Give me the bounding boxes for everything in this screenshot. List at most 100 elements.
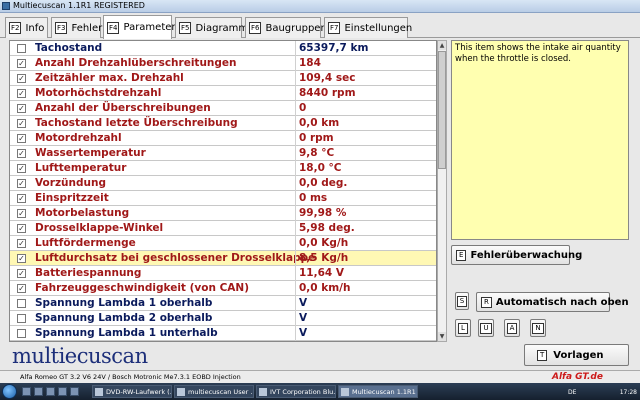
- tab-label: Einstellungen: [344, 22, 413, 34]
- table-row-selected[interactable]: ✓ Luftdurchsatz bei geschlossener Drossel…: [10, 251, 436, 266]
- table-row[interactable]: Spannung Lambda 1 oberhalb V: [10, 296, 436, 311]
- row-checkbox[interactable]: [17, 314, 26, 323]
- taskbar-item-active[interactable]: Multiecuscan 1.1R1 ...: [338, 385, 418, 398]
- row-checkbox[interactable]: ✓: [17, 179, 26, 188]
- table-row[interactable]: Spannung Lambda 2 oberhalb V: [10, 311, 436, 326]
- row-checkbox[interactable]: ✓: [17, 104, 26, 113]
- row-checkbox[interactable]: ✓: [17, 164, 26, 173]
- parameter-name: Spannung Lambda 1 unterhalb: [35, 327, 218, 339]
- row-checkbox[interactable]: ✓: [17, 134, 26, 143]
- tab-info[interactable]: F2 Info: [5, 17, 48, 38]
- tab-key-f4: F4: [107, 21, 120, 34]
- row-checkbox[interactable]: ✓: [17, 224, 26, 233]
- parameter-value: 8,5 Kg/h: [299, 252, 349, 264]
- u-button[interactable]: U: [478, 319, 494, 337]
- row-checkbox[interactable]: ✓: [17, 239, 26, 248]
- table-row[interactable]: ✓ Fahrzeuggeschwindigkeit (von CAN) 0,0 km…: [10, 281, 436, 296]
- table-row[interactable]: ✓ Anzahl Drehzahlüberschreitungen 184: [10, 56, 436, 71]
- scroll-up-icon[interactable]: ▲: [438, 41, 446, 50]
- column-divider: [295, 56, 296, 71]
- n-button[interactable]: N: [530, 319, 546, 337]
- parameter-name: Motordrehzahl: [35, 132, 122, 144]
- parameter-table: Tachostand 65397,7 km ✓ Anzahl Drehzahlüber…: [9, 40, 437, 342]
- tab-einstellungen[interactable]: F7 Einstellungen: [324, 17, 412, 38]
- row-checkbox[interactable]: ✓: [17, 149, 26, 158]
- parameter-value: 9,8 °C: [299, 147, 335, 159]
- sort-s-button[interactable]: S: [455, 292, 469, 310]
- table-row[interactable]: Tachostand 65397,7 km: [10, 41, 436, 56]
- task-label: DVD-RW-Laufwerk (...: [106, 387, 171, 396]
- quicklaunch-icon[interactable]: [34, 387, 43, 396]
- fault-monitor-button[interactable]: E Fehlerüberwachung: [451, 245, 582, 265]
- tab-fehler[interactable]: F3 Fehler: [51, 17, 103, 38]
- parameter-value: 0 rpm: [299, 132, 334, 144]
- table-row[interactable]: ✓ Motorbelastung 99,98 %: [10, 206, 436, 221]
- system-tray: Alfa GT.de DE 17:28: [552, 372, 640, 400]
- row-checkbox[interactable]: ✓: [17, 284, 26, 293]
- button-key: S: [456, 295, 468, 307]
- column-divider: [295, 116, 296, 131]
- table-row[interactable]: ✓ Batteriespannung 11,64 V: [10, 266, 436, 281]
- quicklaunch-icon[interactable]: [22, 387, 31, 396]
- table-row[interactable]: ✓ Motordrehzahl 0 rpm: [10, 131, 436, 146]
- row-checkbox[interactable]: ✓: [17, 59, 26, 68]
- table-row[interactable]: ✓ Wassertemperatur 9,8 °C: [10, 146, 436, 161]
- quicklaunch-icon[interactable]: [70, 387, 79, 396]
- table-row[interactable]: ✓ Lufttemperatur 18,0 °C: [10, 161, 436, 176]
- row-checkbox[interactable]: ✓: [17, 119, 26, 128]
- tab-baugruppen[interactable]: F6 Baugruppen: [245, 17, 327, 38]
- a-button[interactable]: A: [504, 319, 520, 337]
- row-checkbox[interactable]: [17, 44, 26, 53]
- table-row[interactable]: ✓ Einspritzzeit 0 ms: [10, 191, 436, 206]
- language-indicator[interactable]: DE: [568, 389, 576, 396]
- table-row[interactable]: ✓ Zeitzähler max. Drehzahl 109,4 sec: [10, 71, 436, 86]
- tab-label: Fehler: [71, 22, 103, 34]
- presets-button[interactable]: T Vorlagen: [524, 344, 629, 366]
- window-title: Multiecuscan 1.1R1 REGISTERED: [13, 1, 145, 10]
- parameter-name: Vorzündung: [35, 177, 106, 189]
- quicklaunch-icon[interactable]: [46, 387, 55, 396]
- clock[interactable]: 17:28: [620, 389, 637, 396]
- parameter-value: 65397,7 km: [299, 42, 369, 54]
- start-button-icon[interactable]: [2, 384, 17, 399]
- column-divider: [295, 266, 296, 281]
- column-divider: [295, 101, 296, 116]
- table-row[interactable]: ✓ Motorhöchstdrehzahl 8440 rpm: [10, 86, 436, 101]
- table-row[interactable]: ✓ Drosselklappe-Winkel 5,98 deg.: [10, 221, 436, 236]
- row-checkbox[interactable]: [17, 299, 26, 308]
- auto-scroll-top-button[interactable]: R Automatisch nach oben: [476, 292, 629, 312]
- column-divider: [295, 176, 296, 191]
- parameter-description: This item shows the intake air quantity …: [451, 40, 629, 240]
- row-checkbox[interactable]: ✓: [17, 194, 26, 203]
- button-label: Automatisch nach oben: [495, 296, 629, 308]
- parameter-value: 5,98 deg.: [299, 222, 355, 234]
- table-row[interactable]: ✓ Anzahl der Überschreibungen 0: [10, 101, 436, 116]
- vehicle-ecu-status: Alfa Romeo GT 3.2 V6 24V / Bosch Motroni…: [20, 373, 241, 381]
- tab-diagramm[interactable]: F5 Diagramm: [175, 17, 248, 38]
- taskbar-item[interactable]: DVD-RW-Laufwerk (...: [92, 385, 172, 398]
- button-label: Vorlagen: [553, 349, 604, 361]
- table-row[interactable]: Spannung Lambda 1 unterhalb V: [10, 326, 436, 341]
- tab-strip: F2 Info F3 Fehler F4 Parameter F5 Diagra…: [0, 14, 640, 39]
- task-label: Multiecuscan 1.1R1 ...: [352, 387, 417, 396]
- quicklaunch-icon[interactable]: [58, 387, 67, 396]
- table-scrollbar[interactable]: ▲ ▼: [437, 40, 447, 342]
- column-divider: [295, 281, 296, 296]
- scroll-thumb[interactable]: [438, 51, 446, 169]
- scroll-down-icon[interactable]: ▼: [438, 332, 446, 341]
- taskbar-item[interactable]: IVT Corporation Blu...: [256, 385, 336, 398]
- row-checkbox[interactable]: ✓: [17, 269, 26, 278]
- row-checkbox[interactable]: ✓: [17, 89, 26, 98]
- row-checkbox[interactable]: ✓: [17, 74, 26, 83]
- row-checkbox[interactable]: [17, 329, 26, 338]
- table-row[interactable]: ✓ Luftfördermenge 0,0 Kg/h: [10, 236, 436, 251]
- table-row[interactable]: ✓ Vorzündung 0,0 deg.: [10, 176, 436, 191]
- tab-parameter[interactable]: F4 Parameter: [103, 15, 176, 39]
- taskbar-item[interactable]: multiecuscan User ...: [174, 385, 254, 398]
- button-key: R: [481, 296, 492, 308]
- l-button[interactable]: L: [455, 319, 471, 337]
- table-row[interactable]: ✓ Tachostand letzte Überschreibung 0,0 km: [10, 116, 436, 131]
- parameter-value: 99,98 %: [299, 207, 347, 219]
- row-checkbox[interactable]: ✓: [17, 254, 26, 263]
- row-checkbox[interactable]: ✓: [17, 209, 26, 218]
